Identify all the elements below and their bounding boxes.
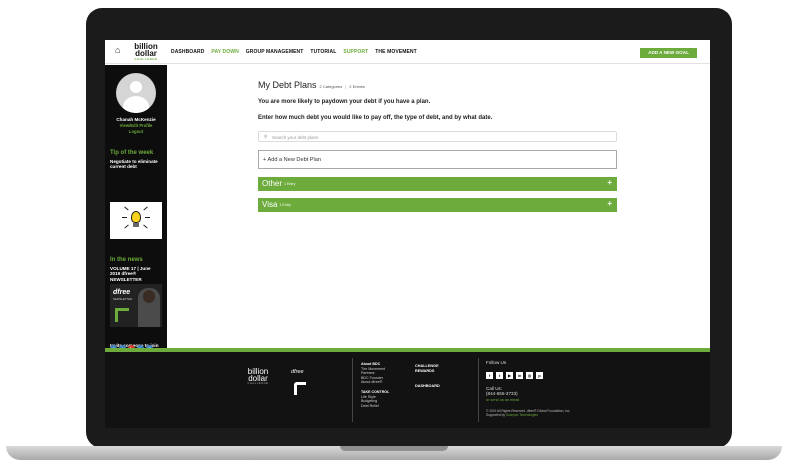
edit-profile-link[interactable]: View/Edit Profile [105, 123, 167, 128]
search-placeholder: Search your debt plans [272, 134, 319, 140]
avatar-body [123, 96, 149, 113]
nav-pay-down[interactable]: PAY DOWN [211, 49, 238, 55]
category-visa[interactable]: Visa 1 Entry + [258, 198, 617, 212]
newsletter-image[interactable]: dfree NEWSLETTER [110, 284, 162, 327]
nav-tutorial[interactable]: TUTORIAL [310, 49, 336, 55]
lightbulb-icon [131, 211, 141, 223]
dfree-mark-icon [294, 382, 306, 395]
footer-divider [352, 358, 353, 422]
news-text[interactable]: VOLUME 17 | June 2019 dfree® NEWSLETTER [110, 266, 162, 282]
nav-menu: DASHBOARD PAY DOWN GROUP MANAGEMENT TUTO… [171, 49, 417, 55]
newsletter-brand: dfree [113, 289, 131, 296]
categories-count: 2 Categories [319, 84, 343, 89]
avatar[interactable] [116, 73, 156, 113]
category-other[interactable]: Other 1 Entry + [258, 177, 617, 191]
call-us: Call Us: (844-655-3733) [486, 386, 518, 397]
logout-link[interactable]: Logout [105, 129, 167, 134]
footer-social-links: f t ▶ in ◎ p [486, 372, 543, 379]
footer-link[interactable]: Debt Relief [361, 404, 389, 409]
footer-link[interactable]: About dfree® [361, 380, 389, 385]
ray [122, 217, 127, 218]
page-title: My Debt Plans 2 Categories | 2 Entries [258, 80, 366, 90]
tip-text[interactable]: Negotiate to eliminate current debt [110, 159, 162, 170]
ray [143, 206, 148, 211]
supporter-link[interactable]: Soonyon Technologies [506, 413, 538, 417]
footer-challenge-rewards[interactable]: CHALLENGE REWARDS [415, 364, 443, 373]
ray [124, 206, 129, 211]
avatar-head [130, 81, 142, 93]
nav-group-management[interactable]: GROUP MANAGEMENT [246, 49, 304, 55]
search-icon: ⚲ [264, 134, 268, 139]
instagram-icon[interactable]: ◎ [526, 372, 533, 379]
phone-number[interactable]: (844-655-3733) [486, 391, 518, 396]
newsletter-face [143, 290, 155, 303]
laptop-notch [340, 446, 448, 451]
category-label: Visa [262, 200, 278, 209]
entries-count: 2 Entries [349, 84, 366, 89]
billion-dollar-logo[interactable]: billion dollar CHALLENGE [126, 43, 166, 62]
lightbulb-base [133, 223, 139, 227]
facebook-icon[interactable]: f [486, 372, 493, 379]
user-name: Chanah McKenzie [116, 117, 156, 122]
copyright: © 2019 All Rights Reserved. dfree® Globa… [486, 409, 571, 417]
tip-image[interactable] [110, 202, 162, 239]
footer-logo[interactable]: billion dollar CHALLENGE [240, 368, 276, 386]
top-navigation: ⌂ billion dollar CHALLENGE DASHBOARD PAY… [105, 40, 710, 64]
follow-us-heading: Follow Us [486, 360, 507, 365]
main-content: My Debt Plans 2 Categories | 2 Entries You … [167, 65, 710, 350]
dfree-logo-icon [115, 308, 129, 322]
footer-divider [478, 358, 479, 422]
category-count: 1 Entry [279, 202, 291, 207]
app-screen: ⌂ billion dollar CHALLENGE DASHBOARD PAY… [105, 40, 710, 428]
ray [143, 224, 148, 229]
lead-text: You are more likely to paydown your debt… [258, 99, 431, 105]
footer: billion dollar CHALLENGE dfree About BDC… [105, 352, 710, 428]
search-input[interactable]: ⚲ Search your debt plans [258, 131, 617, 142]
home-icon[interactable]: ⌂ [115, 46, 123, 55]
email-link[interactable]: or send us an email [486, 398, 519, 402]
category-label: Other [262, 179, 283, 188]
footer-take-control-heading[interactable]: TAKE CONTROL [361, 390, 389, 395]
nav-support[interactable]: SUPPORT [343, 49, 368, 55]
category-count: 1 Entry [284, 181, 296, 186]
nav-the-movement[interactable]: THE MOVEMENT [375, 49, 416, 55]
news-heading: In the news [110, 257, 143, 263]
pinterest-icon[interactable]: p [536, 372, 543, 379]
linkedin-icon[interactable]: in [516, 372, 523, 379]
footer-dashboard[interactable]: DASHBOARD [415, 384, 440, 389]
expand-plus-icon[interactable]: + [607, 199, 612, 208]
nav-dashboard[interactable]: DASHBOARD [171, 49, 204, 55]
ray [124, 224, 129, 229]
sidebar: Chanah McKenzie View/Edit Profile Logout… [105, 65, 167, 359]
add-new-goal-button[interactable]: ADD A NEW GOAL [640, 48, 697, 58]
footer-dfree-text[interactable]: dfree [291, 369, 304, 375]
add-debt-plan-button[interactable]: + Add a New Debt Plan [258, 150, 617, 169]
newsletter-brand-sub: NEWSLETTER [113, 297, 133, 301]
title-separator: | [345, 84, 347, 89]
tip-heading: Tip of the week [110, 150, 154, 156]
instruction-text: Enter how much debt you would like to pa… [258, 115, 493, 121]
footer-about-column: About BDC The Movement Partners BDC Foun… [361, 362, 389, 408]
twitter-icon[interactable]: t [496, 372, 503, 379]
youtube-icon[interactable]: ▶ [506, 372, 513, 379]
ray [145, 217, 150, 218]
expand-plus-icon[interactable]: + [607, 178, 612, 187]
